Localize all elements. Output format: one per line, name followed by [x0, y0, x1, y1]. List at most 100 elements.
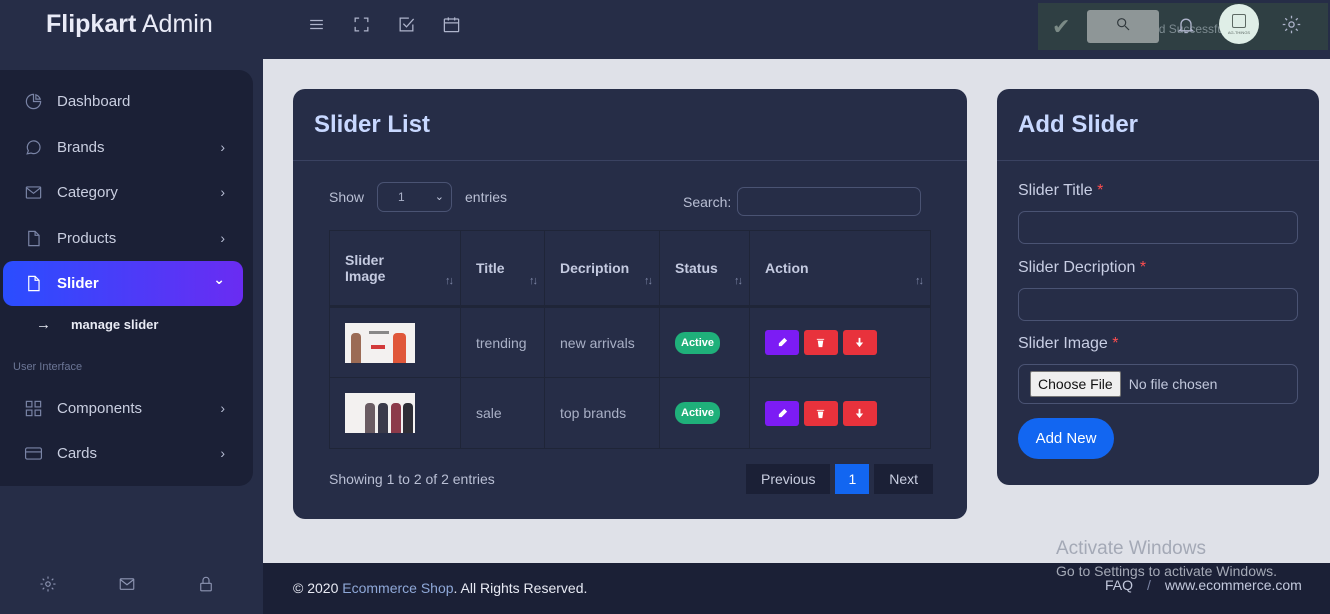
search-input[interactable] [737, 187, 921, 216]
table-row: sale top brands Active [329, 377, 931, 449]
sidebar-footer [0, 575, 253, 598]
card-title: Add Slider [1018, 111, 1139, 138]
slider-title-label: Slider Title * [1018, 182, 1103, 200]
pencil-icon [778, 408, 787, 417]
sidebar-nav: Dashboard Brands › Category › Products ›… [0, 70, 253, 486]
bell-icon [1176, 18, 1196, 39]
chevron-right-icon: › [220, 230, 225, 246]
column-header-status[interactable]: Status ↑↓ [659, 230, 750, 308]
sidebar-item-label: Brands [57, 139, 105, 156]
checkbox-icon[interactable] [397, 15, 416, 39]
column-label: Title [476, 260, 505, 276]
entries-label: entries [465, 189, 508, 205]
delete-button[interactable] [803, 330, 838, 355]
topbar: ✔ Slider Inserted Successfully AG-THINGS [263, 0, 1330, 59]
pagination-page[interactable]: 1 [835, 464, 870, 494]
sidebar-item-brands[interactable]: Brands › [3, 125, 243, 170]
choose-file-button[interactable]: Choose File [1030, 371, 1121, 397]
divider [293, 160, 967, 161]
sidebar-item-cards[interactable]: Cards › [3, 431, 243, 476]
calendar-icon[interactable] [442, 15, 461, 39]
slider-description-input[interactable] [1018, 288, 1298, 321]
brand-logo[interactable]: Flipkart Admin [46, 10, 213, 39]
edit-button[interactable] [765, 330, 799, 355]
description-cell: new arrivals [544, 306, 660, 378]
sidebar-item-components[interactable]: Components › [3, 386, 243, 431]
slider-image-cell [329, 306, 461, 378]
download-button[interactable] [842, 400, 877, 426]
footer-shop-link[interactable]: Ecommerce Shop [342, 580, 453, 596]
add-slider-card: Add Slider Slider Title * Slider Decript… [997, 89, 1319, 485]
avatar[interactable]: AG-THINGS [1219, 4, 1259, 44]
search-button[interactable] [1087, 10, 1159, 43]
slider-image-input[interactable]: Choose File No file chosen [1018, 364, 1298, 404]
file-icon [23, 229, 43, 249]
copyright-prefix: © 2020 [293, 580, 343, 596]
watermark-title: Activate Windows [1056, 538, 1206, 559]
sidebar-item-label: Slider [57, 275, 99, 292]
pagination-next[interactable]: Next [874, 464, 934, 494]
table-info: Showing 1 to 2 of 2 entries [329, 471, 495, 487]
column-header-action[interactable]: Action ↑↓ [749, 230, 931, 308]
avatar-text: AG-THINGS [1227, 29, 1251, 35]
faq-link[interactable]: FAQ [1105, 577, 1133, 593]
site-link[interactable]: www.ecommerce.com [1165, 577, 1302, 593]
edit-button[interactable] [765, 400, 799, 426]
column-header-description[interactable]: Decription ↑↓ [544, 230, 660, 308]
sidebar-section-label: User Interface [13, 361, 83, 373]
show-label: Show [329, 189, 365, 205]
entries-select[interactable]: 1 ⌄ [377, 182, 452, 212]
lock-icon[interactable] [197, 575, 215, 598]
thumbnail-figure [351, 332, 361, 363]
column-header-slider-image[interactable]: Slider Image ↑↓ [329, 230, 461, 308]
column-label: Status [675, 260, 718, 276]
sidebar-item-slider[interactable]: Slider ⌄ [3, 261, 243, 306]
thumbnail-badge [371, 344, 385, 349]
sidebar-item-category[interactable]: Category › [3, 170, 243, 215]
sidebar-item-dashboard[interactable]: Dashboard [3, 79, 243, 124]
column-label: Action [765, 260, 809, 276]
sidebar-subitem-manage-slider[interactable]: → manage slider [36, 316, 158, 333]
check-icon: ✔ [1052, 14, 1071, 39]
title-cell: trending [460, 306, 545, 378]
chevron-down-icon: ⌄ [434, 191, 444, 203]
slider-table: Slider Image ↑↓ Title ↑↓ Decription ↑↓ Stat… [329, 230, 931, 449]
add-new-button[interactable]: Add New [1018, 418, 1114, 459]
topbar-tools [307, 15, 461, 39]
sort-icon: ↑↓ [529, 275, 538, 287]
sidebar-item-products[interactable]: Products › [3, 216, 243, 261]
thumbnail-figure [378, 403, 388, 433]
settings-button[interactable] [1281, 14, 1302, 40]
mail-icon[interactable] [118, 575, 136, 598]
slider-thumbnail [345, 393, 415, 433]
trash-icon [817, 409, 825, 418]
sort-icon: ↑↓ [644, 275, 653, 287]
pagination-previous[interactable]: Previous [746, 464, 831, 494]
title-cell: sale [460, 377, 545, 449]
gear-icon [1281, 15, 1302, 39]
search-icon [1115, 16, 1131, 37]
slider-description-label: Slider Decription * [1018, 259, 1146, 277]
sidebar-item-label: Category [57, 184, 118, 201]
chevron-right-icon: › [220, 184, 225, 200]
divider [997, 160, 1319, 161]
slider-thumbnail [345, 322, 415, 363]
sidebar-item-label: Dashboard [57, 93, 131, 110]
status-cell: Active [659, 377, 750, 449]
delete-button[interactable] [803, 400, 838, 426]
download-button[interactable] [842, 330, 877, 355]
description-cell: top brands [544, 377, 660, 449]
status-badge: Active [675, 402, 721, 424]
notification-button[interactable] [1176, 15, 1196, 40]
menu-icon[interactable] [307, 15, 326, 39]
column-header-title[interactable]: Title ↑↓ [460, 230, 545, 308]
gear-icon[interactable] [39, 575, 57, 598]
chevron-right-icon: › [220, 139, 225, 155]
thumbnail-figure [393, 332, 406, 363]
status-badge: Active [675, 331, 721, 354]
credit-card-icon [23, 444, 43, 464]
slider-list-card: Slider List Show 1 ⌄ entries Search: Sli… [293, 89, 967, 519]
slider-title-input[interactable] [1018, 211, 1298, 244]
fullscreen-icon[interactable] [352, 15, 371, 39]
copyright: © 2020 Ecommerce Shop. All Rights Reserv… [293, 580, 587, 596]
